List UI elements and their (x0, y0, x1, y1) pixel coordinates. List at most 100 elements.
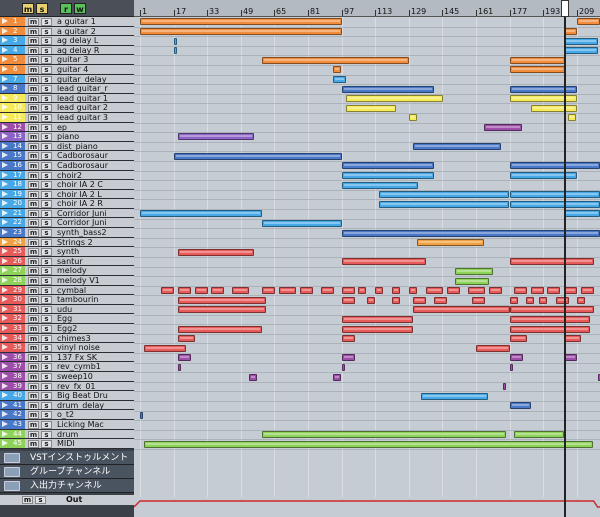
track-row[interactable]: 27 m s melody (0, 266, 134, 277)
mute-button[interactable]: m (28, 267, 39, 276)
audio-part[interactable] (342, 335, 355, 342)
audio-part[interactable] (568, 114, 576, 121)
track-row[interactable]: 15 m s Cadborosaur (0, 151, 134, 161)
audio-part[interactable] (556, 297, 569, 304)
audio-part[interactable] (174, 47, 177, 54)
audio-part[interactable] (409, 287, 417, 294)
track-row[interactable]: 21 m s Corridor Juni (0, 208, 134, 219)
audio-part[interactable] (510, 258, 594, 265)
mute-button[interactable]: m (28, 353, 39, 362)
output-track[interactable]: m s Out (0, 495, 134, 505)
solo-button[interactable]: s (41, 18, 52, 26)
solo-button[interactable]: s (41, 277, 52, 285)
audio-part[interactable] (367, 297, 375, 304)
audio-part[interactable] (342, 258, 426, 265)
mute-button[interactable]: m (28, 18, 39, 26)
out-solo-button[interactable]: s (35, 496, 46, 504)
audio-part[interactable] (455, 268, 493, 275)
track-row[interactable]: 2ms a guitar 2 (0, 26, 134, 37)
track-row[interactable]: 33 m s Egg2 (0, 324, 134, 334)
audio-part[interactable] (510, 172, 577, 179)
track-expand-icon[interactable] (2, 229, 8, 236)
solo-button[interactable]: s (41, 372, 52, 381)
mute-button[interactable]: m (28, 286, 39, 295)
track-expand-icon[interactable] (2, 104, 8, 111)
mute-button[interactable]: m (28, 190, 39, 199)
solo-button[interactable]: s (41, 344, 52, 352)
mute-button[interactable]: m (28, 65, 39, 74)
audio-part[interactable] (503, 383, 506, 390)
audio-part[interactable] (531, 105, 577, 112)
solo-button[interactable]: s (41, 142, 52, 151)
mute-button[interactable]: m (28, 440, 39, 448)
track-row[interactable]: 18 m s choir IA 2 C (0, 180, 134, 190)
audio-part[interactable] (178, 364, 181, 371)
track-row[interactable]: 31 m s udu (0, 304, 134, 315)
audio-part[interactable] (333, 374, 341, 381)
track-row[interactable]: 8 m s lead guitar_r (0, 84, 134, 94)
audio-part[interactable] (346, 95, 443, 102)
track-row[interactable]: 38 m s sweep10 (0, 371, 134, 382)
audio-part[interactable] (577, 297, 585, 304)
track-expand-icon[interactable] (2, 56, 8, 63)
track-row[interactable]: 41 m s drum_delay (0, 400, 134, 411)
audio-part[interactable] (379, 201, 509, 208)
audio-part[interactable] (178, 306, 266, 313)
audio-part[interactable] (510, 57, 565, 64)
track-row[interactable]: 43 m s Licking Mac (0, 419, 134, 430)
master-automation-line[interactable] (134, 497, 600, 509)
solo-button[interactable]: s (41, 286, 52, 295)
track-expand-icon[interactable] (2, 75, 8, 82)
track-expand-icon[interactable] (2, 85, 8, 92)
solo-button[interactable]: s (41, 305, 52, 314)
track-expand-icon[interactable] (2, 152, 8, 159)
audio-part[interactable] (455, 278, 489, 285)
audio-part[interactable] (472, 297, 485, 304)
track-expand-icon[interactable] (2, 123, 8, 130)
header-w-button[interactable]: w (74, 3, 86, 14)
track-row[interactable]: 42 m s o_t2 (0, 410, 134, 420)
audio-part[interactable] (178, 354, 191, 361)
audio-part[interactable] (140, 210, 262, 217)
solo-button[interactable]: s (41, 85, 52, 93)
audio-part[interactable] (232, 287, 249, 294)
audio-part[interactable] (514, 431, 564, 438)
track-expand-icon[interactable] (2, 334, 8, 341)
audio-part[interactable] (547, 287, 560, 294)
mute-button[interactable]: m (28, 305, 39, 314)
solo-button[interactable]: s (41, 65, 52, 74)
mute-button[interactable]: m (28, 200, 39, 208)
track-expand-icon[interactable] (2, 248, 8, 255)
playhead-marker[interactable] (561, 0, 569, 17)
mute-button[interactable]: m (28, 229, 39, 237)
audio-part[interactable] (421, 393, 488, 400)
mute-button[interactable]: m (28, 56, 39, 65)
audio-part[interactable] (510, 402, 531, 409)
solo-button[interactable]: s (41, 382, 52, 391)
track-row[interactable]: 29 m s cymbal (0, 285, 134, 296)
track-expand-icon[interactable] (2, 420, 8, 427)
mute-button[interactable]: m (28, 315, 39, 324)
solo-button[interactable]: s (41, 123, 52, 132)
solo-button[interactable]: s (41, 133, 52, 141)
audio-part[interactable] (262, 287, 275, 294)
audio-part[interactable] (178, 326, 262, 333)
track-row[interactable]: 44 m s drum (0, 429, 134, 440)
track-expand-icon[interactable] (2, 142, 8, 149)
audio-part[interactable] (531, 287, 544, 294)
solo-button[interactable]: s (41, 238, 52, 247)
mute-button[interactable]: m (28, 75, 39, 84)
mute-button[interactable]: m (28, 363, 39, 372)
mute-button[interactable]: m (28, 420, 39, 429)
audio-part[interactable] (144, 441, 593, 448)
solo-button[interactable]: s (41, 315, 52, 324)
audio-part[interactable] (417, 239, 484, 246)
track-expand-icon[interactable] (2, 363, 8, 370)
track-expand-icon[interactable] (2, 315, 8, 322)
track-row[interactable]: 24 m s Strings 2 (0, 237, 134, 248)
mute-button[interactable]: m (28, 181, 39, 189)
solo-button[interactable]: s (41, 209, 52, 218)
audio-part[interactable] (510, 201, 600, 208)
solo-button[interactable]: s (41, 267, 52, 276)
mute-button[interactable]: m (28, 372, 39, 381)
